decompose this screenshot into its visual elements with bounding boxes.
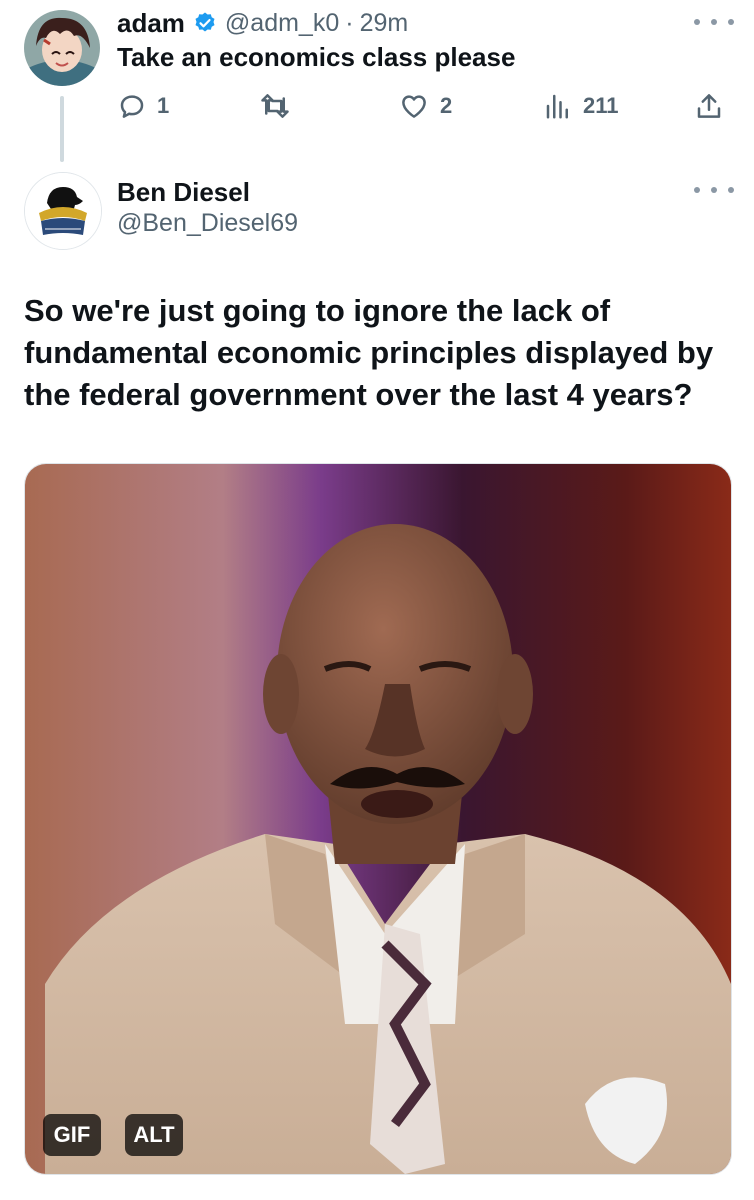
- tweet-action-bar: 1 2 211: [0, 86, 754, 126]
- view-count: 211: [583, 93, 619, 118]
- tweet-text-line: the federal government over the last 4 y…: [24, 377, 693, 412]
- tweet-time[interactable]: 29m: [360, 9, 409, 38]
- more-icon[interactable]: [694, 182, 734, 198]
- reply-button[interactable]: 1: [117, 86, 169, 126]
- avatar-logo-image: [25, 173, 101, 249]
- author-name[interactable]: Ben Diesel: [117, 177, 250, 208]
- tweet-media-gif[interactable]: GIF ALT: [24, 463, 732, 1175]
- reply-tweet-text: Take an economics class please: [117, 42, 516, 72]
- like-count: 2: [440, 93, 453, 118]
- avatar-adam[interactable]: [24, 10, 100, 86]
- like-button[interactable]: 2: [398, 86, 452, 126]
- views-button[interactable]: 211: [543, 86, 619, 126]
- reply-tweet-header: adam @adm_k0 · 29m: [117, 6, 408, 40]
- gif-frame-image: [25, 464, 731, 1174]
- author-name[interactable]: adam: [117, 8, 185, 39]
- more-icon[interactable]: [694, 14, 734, 30]
- share-button[interactable]: [694, 86, 724, 126]
- views-icon: [546, 94, 568, 119]
- verified-badge-icon: [195, 12, 215, 32]
- like-icon: [402, 95, 426, 118]
- tweet-text-line: fundamental economic principles displaye…: [24, 335, 714, 370]
- quoted-tweet-text: So we're just going to ignore the lack o…: [24, 290, 730, 416]
- alt-text-badge[interactable]: ALT: [125, 1114, 183, 1156]
- author-handle[interactable]: @adm_k0: [225, 9, 339, 38]
- reply-count: 1: [157, 93, 170, 118]
- gif-badge[interactable]: GIF: [43, 1114, 101, 1156]
- meta-separator: ·: [345, 8, 354, 37]
- avatar-ben-diesel[interactable]: [24, 172, 102, 250]
- share-icon: [697, 94, 721, 118]
- tweet-text-line: So we're just going to ignore the lack o…: [24, 293, 611, 328]
- retweet-icon: [261, 94, 289, 118]
- avatar-anime-image: [24, 10, 100, 86]
- author-handle[interactable]: @Ben_Diesel69: [117, 209, 298, 238]
- retweet-button[interactable]: [258, 86, 292, 126]
- reply-icon: [120, 95, 144, 118]
